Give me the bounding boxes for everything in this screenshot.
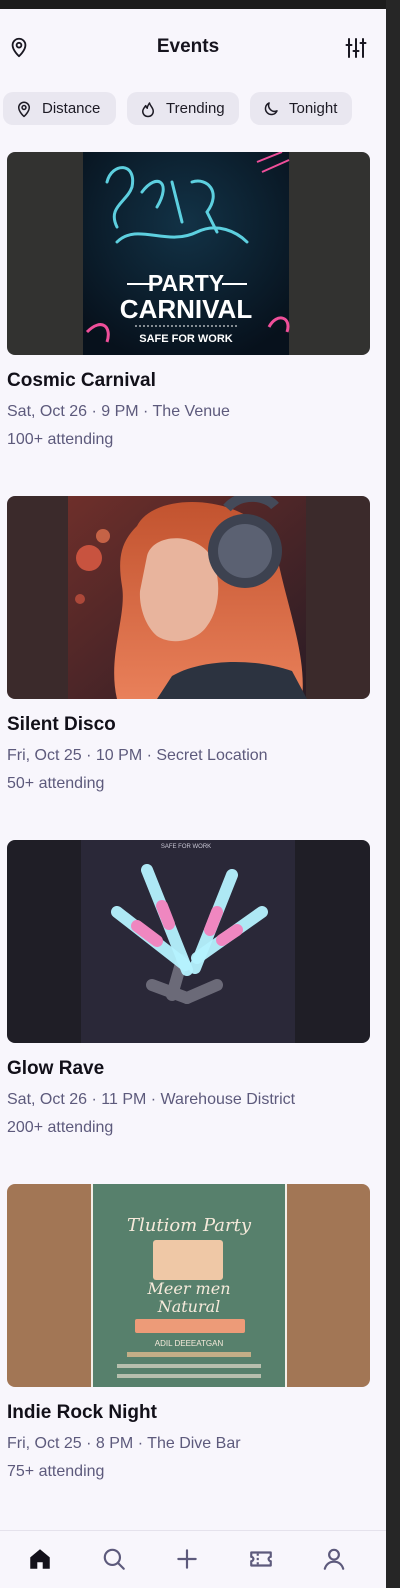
app-header: Events <box>0 22 386 76</box>
event-poster: Tlutiom Party Meer men Natural ADIL DEEE… <box>91 1184 287 1387</box>
event-poster: PARTY CARNIVAL SAFE FOR WORK <box>83 152 290 355</box>
event-meta: Sat, Oct 26 · 9 PM · The Venue <box>7 403 230 420</box>
chip-tonight[interactable]: Tonight <box>250 92 352 125</box>
event-card[interactable]: Tlutiom Party Meer men Natural ADIL DEEE… <box>7 1184 370 1480</box>
event-card[interactable]: Silent Disco Fri, Oct 25 · 10 PM · Secre… <box>7 496 370 792</box>
poster-text: CARNIVAL <box>120 294 253 324</box>
poster-text: Meer men <box>147 1279 231 1298</box>
chip-label: Tonight <box>289 100 338 117</box>
event-attendance: 200+ attending <box>7 1119 114 1136</box>
chip-label: Distance <box>42 100 101 117</box>
sliders-icon[interactable] <box>344 36 368 60</box>
filter-chips: Distance Trending Tonight <box>0 92 386 125</box>
ticket-icon[interactable] <box>248 1546 274 1572</box>
page-title: Events <box>156 36 220 57</box>
bottom-nav <box>0 1530 386 1588</box>
home-icon[interactable] <box>27 1546 53 1572</box>
event-attendance: 100+ attending <box>7 431 114 448</box>
status-bar <box>0 0 386 9</box>
chip-distance[interactable]: Distance <box>3 92 116 125</box>
poster-text: PARTY <box>148 270 224 296</box>
poster-text: Natural <box>157 1297 221 1316</box>
chip-trending[interactable]: Trending <box>127 92 239 125</box>
plus-icon[interactable] <box>174 1546 200 1572</box>
event-card[interactable]: SAFE FOR WORK Glow Rave Sat, Oct 26 · 11 <box>7 840 370 1136</box>
event-name: Glow Rave <box>7 1058 105 1079</box>
event-meta: Sat, Oct 26 · 11 PM · Warehouse District <box>7 1091 296 1108</box>
event-image[interactable]: Tlutiom Party Meer men Natural ADIL DEEE… <box>7 1184 370 1387</box>
event-image[interactable]: PARTY CARNIVAL SAFE FOR WORK <box>7 152 370 355</box>
event-name: Silent Disco <box>7 714 116 735</box>
event-card[interactable]: PARTY CARNIVAL SAFE FOR WORK Cosmic Carn… <box>7 152 370 448</box>
event-attendance: 75+ attending <box>7 1463 105 1480</box>
event-meta: Fri, Oct 25 · 8 PM · The Dive Bar <box>7 1435 241 1452</box>
search-icon[interactable] <box>101 1546 127 1572</box>
window-edge <box>386 0 400 1588</box>
event-poster <box>68 496 307 699</box>
event-image[interactable] <box>7 496 370 699</box>
poster-text: ADIL DEEEATGAN <box>155 1339 224 1348</box>
event-attendance: 50+ attending <box>7 775 105 792</box>
event-image[interactable]: SAFE FOR WORK <box>7 840 370 1043</box>
poster-text: SAFE FOR WORK <box>139 333 233 345</box>
flame-icon <box>142 101 154 117</box>
moon-icon <box>264 101 278 115</box>
event-name: Indie Rock Night <box>7 1402 157 1423</box>
event-name: Cosmic Carnival <box>7 370 156 391</box>
poster-text: Tlutiom Party <box>127 1215 252 1236</box>
location-pin-icon <box>18 101 30 117</box>
events-screen: Events Distance Trending Tonight PARTY C… <box>0 0 386 1588</box>
chip-label: Trending <box>166 100 225 117</box>
event-poster: SAFE FOR WORK <box>81 840 295 1043</box>
profile-icon[interactable] <box>321 1546 347 1572</box>
event-meta: Fri, Oct 25 · 10 PM · Secret Location <box>7 747 268 764</box>
poster-text: SAFE FOR WORK <box>161 844 211 850</box>
